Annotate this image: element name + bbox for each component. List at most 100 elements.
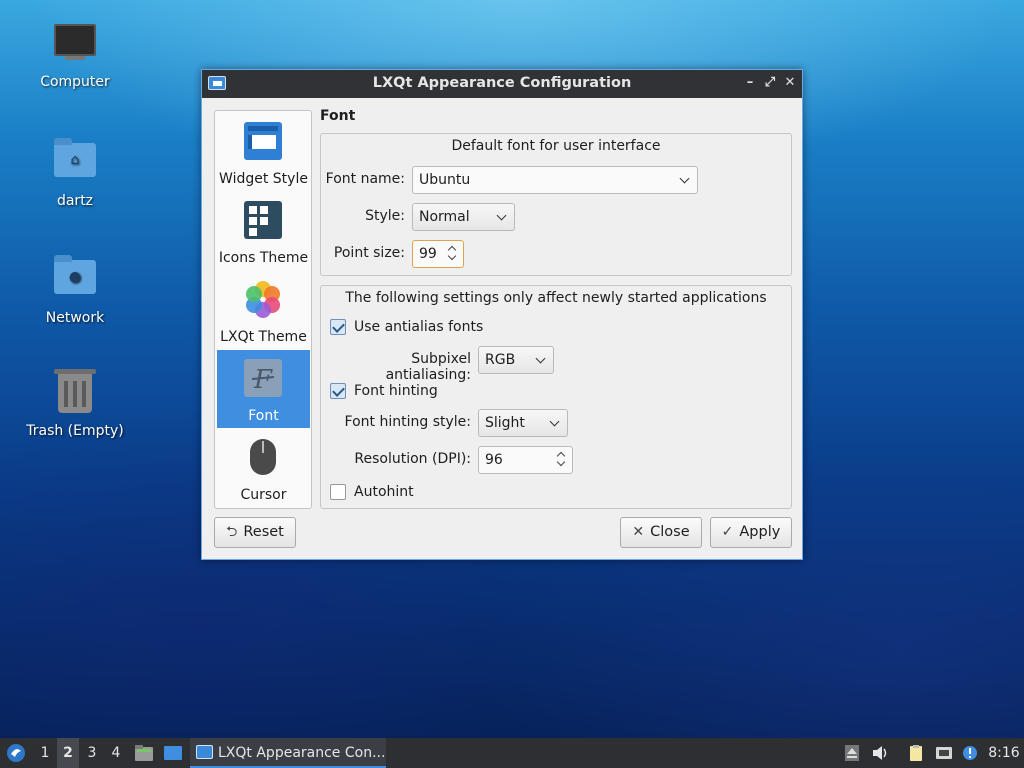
- icons-theme-icon: [244, 201, 282, 239]
- eject-icon[interactable]: [843, 744, 861, 762]
- antialias-checkbox[interactable]: Use antialias fonts: [330, 318, 483, 336]
- sidebar-item-widget-style[interactable]: Widget Style: [217, 113, 310, 191]
- sidebar-item-icons-theme[interactable]: Icons Theme: [217, 192, 310, 270]
- reset-button[interactable]: ⮌ Reset: [214, 517, 296, 548]
- file-manager-launcher[interactable]: [132, 738, 156, 768]
- reset-button-label: Reset: [243, 524, 284, 540]
- subpixel-value: RGB: [485, 352, 516, 368]
- main-menu-button[interactable]: [2, 738, 30, 768]
- subpixel-label: Subpixel antialiasing:: [385, 351, 471, 383]
- font-icon: F: [244, 359, 282, 397]
- default-font-group: Default font for user interface Font nam…: [320, 133, 792, 276]
- dpi-spinbox[interactable]: 96: [478, 446, 573, 474]
- sidebar-item-label: Widget Style: [219, 171, 308, 187]
- hinting-style-label: Font hinting style:: [344, 414, 471, 430]
- hinting-style-value: Slight: [485, 415, 525, 431]
- computer-icon: [53, 24, 97, 68]
- new-apps-settings-group: The following settings only affect newly…: [320, 285, 792, 509]
- network-icon[interactable]: [935, 744, 953, 762]
- apply-button-label: Apply: [739, 524, 781, 540]
- desktop-icon-network[interactable]: ● Network: [20, 254, 130, 326]
- close-window-button[interactable]: ✕: [780, 73, 800, 93]
- lxqt-logo-icon: [7, 744, 25, 762]
- sidebar-item-font[interactable]: F Font: [217, 350, 310, 428]
- maximize-button[interactable]: ⤢: [760, 73, 780, 93]
- category-sidebar: Widget Style Icons Theme LXQt Theme F Fo…: [214, 110, 312, 509]
- checkbox-checked-icon: [330, 383, 346, 399]
- app-window-icon: [196, 745, 213, 759]
- file-manager-icon: [135, 745, 153, 761]
- chevron-down-icon: [535, 347, 547, 373]
- taskbar: 1 2 3 4 LXQt Appearance Con... 8:16: [0, 738, 1024, 768]
- trash-icon: [53, 369, 97, 417]
- network-folder-icon: ●: [53, 255, 97, 304]
- undo-icon: ⮌: [226, 524, 238, 540]
- cursor-icon: [250, 439, 276, 475]
- desktop-icon-label: Computer: [40, 74, 110, 90]
- home-folder-icon: ⌂: [53, 138, 97, 187]
- subpixel-combobox[interactable]: RGB: [478, 346, 554, 374]
- workspace-3-button[interactable]: 3: [81, 738, 103, 768]
- sidebar-item-label: Icons Theme: [218, 250, 309, 266]
- font-hinting-checkbox[interactable]: Font hinting: [330, 382, 438, 400]
- window-titlebar[interactable]: LXQt Appearance Configuration – ⤢ ✕: [202, 70, 802, 98]
- workspace-4-button[interactable]: 4: [105, 738, 127, 768]
- style-combobox[interactable]: Normal: [412, 203, 515, 231]
- style-label: Style:: [365, 208, 405, 224]
- antialias-label: Use antialias fonts: [354, 319, 484, 335]
- task-label: LXQt Appearance Con...: [218, 745, 386, 761]
- close-icon: ✕: [632, 524, 645, 540]
- checkbox-checked-icon: [330, 319, 346, 335]
- desktop-icon-trash[interactable]: Trash (Empty): [20, 369, 130, 439]
- close-button-label: Close: [650, 524, 690, 540]
- window-title: LXQt Appearance Configuration: [372, 75, 632, 91]
- widget-style-icon: [244, 122, 282, 160]
- spin-arrows-icon[interactable]: [556, 449, 568, 471]
- clock[interactable]: 8:16: [984, 738, 1024, 768]
- desktop-icon-computer[interactable]: Computer: [20, 20, 130, 90]
- desktop-icon-home[interactable]: ⌂ dartz: [20, 137, 130, 209]
- dpi-value: 96: [485, 452, 503, 468]
- checkbox-unchecked-icon: [330, 484, 346, 500]
- section-title: Font: [320, 108, 356, 124]
- desktop-icon-label: dartz: [56, 193, 94, 209]
- group-title: The following settings only affect newly…: [345, 290, 767, 306]
- desktop-icon: [164, 746, 182, 760]
- chevron-down-icon: [679, 167, 691, 193]
- minimize-button[interactable]: –: [740, 73, 760, 93]
- notification-icon[interactable]: [961, 744, 979, 762]
- clipboard-icon[interactable]: [907, 744, 925, 762]
- chevron-down-icon: [496, 204, 508, 230]
- sidebar-item-lxqt-theme[interactable]: LXQt Theme: [217, 271, 310, 349]
- sidebar-item-label: LXQt Theme: [220, 329, 307, 345]
- lxqt-theme-icon: [246, 281, 280, 318]
- workspace-1-button[interactable]: 1: [34, 738, 56, 768]
- close-button[interactable]: ✕ Close: [620, 517, 702, 548]
- group-title: Default font for user interface: [451, 138, 661, 154]
- show-desktop-launcher[interactable]: [160, 738, 186, 768]
- point-size-value: 99: [419, 246, 437, 262]
- spin-arrows-icon[interactable]: [447, 243, 459, 265]
- dpi-label: Resolution (DPI):: [354, 451, 471, 467]
- desktop-icon-label: Network: [45, 310, 105, 326]
- point-size-label: Point size:: [333, 245, 405, 261]
- sidebar-item-cursor[interactable]: Cursor: [217, 429, 310, 507]
- style-value: Normal: [419, 209, 470, 225]
- apply-button[interactable]: ✓ Apply: [710, 517, 792, 548]
- taskbar-task-appearance[interactable]: LXQt Appearance Con...: [190, 738, 386, 768]
- font-name-label: Font name:: [325, 171, 405, 187]
- sidebar-item-label: Cursor: [240, 487, 287, 503]
- volume-icon[interactable]: [871, 744, 889, 762]
- workspace-2-button[interactable]: 2: [57, 738, 79, 768]
- desktop-icon-label: Trash (Empty): [26, 423, 124, 439]
- sidebar-item-label: Font: [248, 408, 279, 424]
- autohint-checkbox[interactable]: Autohint: [330, 483, 414, 501]
- checkmark-icon: ✓: [721, 524, 734, 540]
- hinting-style-combobox[interactable]: Slight: [478, 409, 568, 437]
- chevron-down-icon: [549, 410, 561, 436]
- font-name-value: Ubuntu: [419, 172, 471, 188]
- font-name-combobox[interactable]: Ubuntu: [412, 166, 698, 194]
- point-size-spinbox[interactable]: 99: [412, 240, 464, 268]
- autohint-label: Autohint: [354, 484, 414, 500]
- appearance-config-window: LXQt Appearance Configuration – ⤢ ✕ Widg…: [201, 69, 803, 560]
